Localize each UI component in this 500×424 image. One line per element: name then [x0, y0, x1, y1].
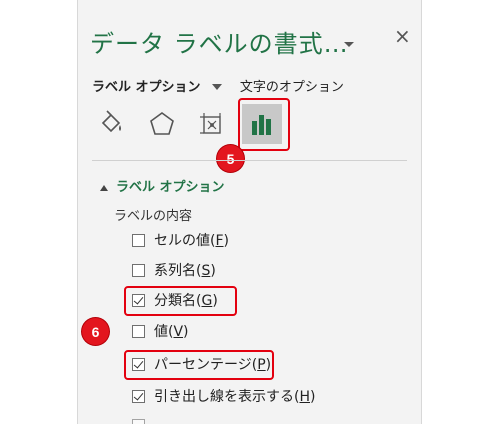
section-label-options[interactable]: ラベル オプション	[100, 176, 225, 195]
checkbox-show-leader-lines[interactable]: 引き出し線を表示する(H)	[132, 385, 315, 407]
checkbox-cell-value[interactable]: セルの値(F)	[132, 229, 229, 251]
step-5-badge: 5	[217, 145, 244, 172]
fill-line-icon[interactable]	[92, 104, 132, 144]
highlight-label-options-icon	[238, 98, 290, 151]
checkbox-label: 引き出し線を表示する(H)	[154, 389, 316, 405]
checkbox[interactable]	[132, 389, 145, 403]
label-contents-heading: ラベルの内容	[114, 209, 193, 224]
close-icon[interactable]: ×	[394, 26, 411, 46]
checkbox-series-name[interactable]: 系列名(S)	[132, 259, 216, 281]
size-properties-icon[interactable]	[192, 104, 232, 144]
checkbox[interactable]	[132, 418, 145, 424]
highlight-percentage	[124, 350, 274, 380]
divider	[92, 160, 407, 161]
checkbox-label: 系列名(S)	[154, 263, 216, 279]
checkbox[interactable]	[132, 263, 145, 277]
checkbox-partial-row[interactable]	[132, 414, 154, 424]
tab-text-options[interactable]: 文字のオプション	[240, 80, 344, 95]
chevron-down-icon[interactable]	[211, 80, 222, 95]
effects-icon[interactable]	[142, 104, 182, 144]
step-6-badge: 6	[82, 318, 109, 345]
section-title: ラベル オプション	[116, 180, 225, 195]
checkbox-label: セルの値(F)	[154, 233, 229, 249]
option-tabs: ラベル オプション 文字のオプション	[92, 76, 344, 95]
pane-options-chevron-icon[interactable]	[343, 34, 355, 53]
highlight-category-name	[124, 286, 237, 316]
tab-label-options[interactable]: ラベル オプション	[92, 80, 201, 95]
checkbox[interactable]	[132, 233, 145, 247]
checkbox-label: 値(V)	[154, 324, 189, 340]
format-data-labels-pane: データ ラベルの書式… × ラベル オプション 文字のオプション 5 ラベル オ…	[77, 0, 422, 424]
checkbox-value[interactable]: 値(V)	[132, 320, 189, 342]
pane-title: データ ラベルの書式…	[90, 30, 349, 58]
checkbox[interactable]	[132, 324, 145, 338]
collapse-triangle-icon	[100, 184, 108, 191]
